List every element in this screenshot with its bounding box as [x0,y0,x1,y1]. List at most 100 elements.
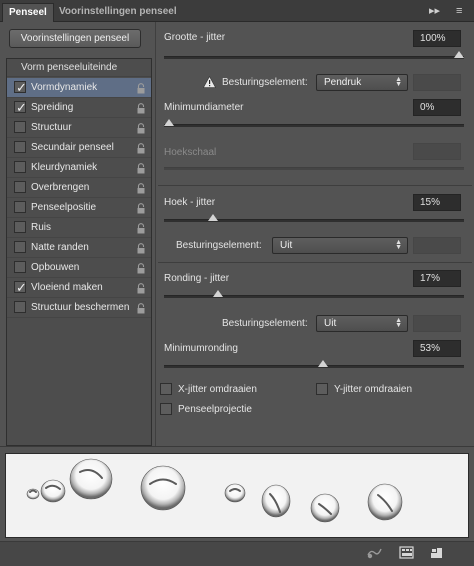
lock-icon[interactable] [136,82,146,94]
lock-icon[interactable] [136,222,146,234]
size-control-select[interactable]: Pendruk ▲ ▼ [316,74,408,91]
brush-stroke-preview [5,453,469,538]
lock-icon[interactable] [136,162,146,174]
brush-list-item-label: Kleurdynamiek [31,162,98,173]
brush-list-item-label: Structuur [31,122,72,133]
size-jitter-value[interactable]: 100% [413,30,461,47]
slider-thumb[interactable] [454,51,464,58]
angle-control-value: Uit [280,240,293,251]
angle-jitter-value[interactable]: 15% [413,194,461,211]
lock-icon[interactable] [136,202,146,214]
roundness-jitter-slider[interactable] [164,290,464,298]
lock-icon[interactable] [136,102,146,114]
min-roundness-value[interactable]: 53% [413,340,461,357]
slider-thumb[interactable] [207,214,218,221]
flip-y-checkbox[interactable] [316,383,328,395]
brush-list-checkbox[interactable] [14,201,26,213]
brush-dabs-graphic [26,458,403,523]
brush-list-item-label: Spreiding [31,102,74,113]
brush-list-item-label: Opbouwen [31,262,80,273]
preview-divider [0,446,474,447]
brush-list-item[interactable]: Vloeiend maken [7,278,151,298]
brush-list-item-label: Penseelpositie [31,202,97,213]
brush-list-checkbox[interactable] [14,301,26,313]
tab-brush[interactable]: Penseel [2,3,54,22]
angle-jitter-slider[interactable] [164,214,464,222]
brush-list-checkbox[interactable] [14,278,27,297]
lock-icon[interactable] [136,182,146,194]
brush-list-item-label: Ruis [31,222,52,233]
roundness-control-label: Besturingselement: [222,318,308,329]
roundness-control-extra-field [413,315,461,332]
angle-control-select[interactable]: Uit ▲ ▼ [272,237,408,254]
brush-list-checkbox[interactable] [14,161,26,173]
angle-control-label: Besturingselement: [176,240,262,251]
brush-list-checkbox[interactable] [14,241,26,253]
brush-projection-label: Penseelprojectie [178,404,252,415]
collapse-panel-icon[interactable]: ▸▸ [429,4,440,18]
brush-list-checkbox[interactable] [14,121,26,133]
min-diameter-slider[interactable] [164,119,464,127]
brush-list-item[interactable]: Natte randen [7,238,151,258]
min-diameter-value[interactable]: 0% [413,99,461,116]
brush-presets-button[interactable]: Voorinstellingen penseel [9,29,141,48]
min-diameter-label: Minimumdiameter [164,102,244,113]
brush-list-checkbox[interactable] [14,141,26,153]
brush-list-item[interactable]: Ruis [7,218,151,238]
brush-list-item[interactable]: Opbouwen [7,258,151,278]
brush-list-checkbox[interactable] [14,78,27,97]
roundness-jitter-label: Ronding - jitter [164,273,230,284]
size-jitter-label: Grootte - jitter [164,32,226,43]
warning-icon [203,76,216,88]
slider-thumb[interactable] [213,290,224,297]
lock-icon[interactable] [136,302,146,314]
min-roundness-slider[interactable] [164,360,464,368]
section-divider [158,262,472,263]
brush-list-item-label: Natte randen [31,242,89,253]
panel-menu-icon[interactable]: ≡ [456,4,462,18]
lock-icon[interactable] [136,142,146,154]
brush-list-item[interactable]: Spreiding [7,98,151,118]
grid-icon[interactable] [399,546,415,560]
brush-list-item[interactable]: Overbrengen [7,178,151,198]
brush-list-item[interactable]: Vormdynamiek [7,78,151,98]
lock-icon[interactable] [136,262,146,274]
brush-list-item[interactable]: Kleurdynamiek [7,158,151,178]
brush-list-item-label: Vloeiend maken [31,282,103,293]
min-roundness-label: Minimumronding [164,343,238,354]
size-control-label: Besturingselement: [222,77,308,88]
new-preset-icon[interactable] [429,546,445,560]
brush-list-checkbox[interactable] [14,98,27,117]
brush-list-item-label: Overbrengen [31,182,90,193]
flip-x-label: X-jitter omdraaien [178,384,257,395]
brush-projection-checkbox[interactable] [160,403,172,415]
panel-tab-bar: Penseel Voorinstellingen penseel ▸▸ ≡ [0,0,474,22]
chevron-updown-icon: ▲ ▼ [395,317,402,329]
roundness-jitter-value[interactable]: 17% [413,270,461,287]
brush-list-item[interactable]: Secundair penseel [7,138,151,158]
brush-list-item[interactable]: Structuur beschermen [7,298,151,318]
slider-thumb[interactable] [317,360,328,367]
tilt-scale-label: Hoekschaal [164,147,217,158]
lock-icon[interactable] [136,122,146,134]
tab-brush-presets[interactable]: Voorinstellingen penseel [53,3,183,22]
section-divider [158,185,472,186]
brush-list-checkbox[interactable] [14,261,26,273]
brush-list-checkbox[interactable] [14,221,26,233]
brush-tip-shape-item[interactable]: Vorm penseeluiteinde [7,59,151,77]
brush-list-item-label: Structuur beschermen [31,302,130,313]
angle-control-extra-field [413,237,461,254]
chevron-updown-icon: ▲ ▼ [395,239,402,251]
lock-icon[interactable] [136,242,146,254]
brush-list-item[interactable]: Penseelpositie [7,198,151,218]
brush-list-checkbox[interactable] [14,181,26,193]
lock-icon[interactable] [136,282,146,294]
flip-x-checkbox[interactable] [160,383,172,395]
slider-thumb[interactable] [164,119,174,126]
brush-settings-list: Vorm penseeluiteinde Vormdynamiek Spreidi… [6,58,152,446]
brush-preview-icon[interactable] [366,546,382,560]
size-jitter-slider[interactable] [164,51,464,59]
brush-list-item[interactable]: Structuur [7,118,151,138]
roundness-control-select[interactable]: Uit ▲ ▼ [316,315,408,332]
angle-jitter-label: Hoek - jitter [164,197,216,208]
